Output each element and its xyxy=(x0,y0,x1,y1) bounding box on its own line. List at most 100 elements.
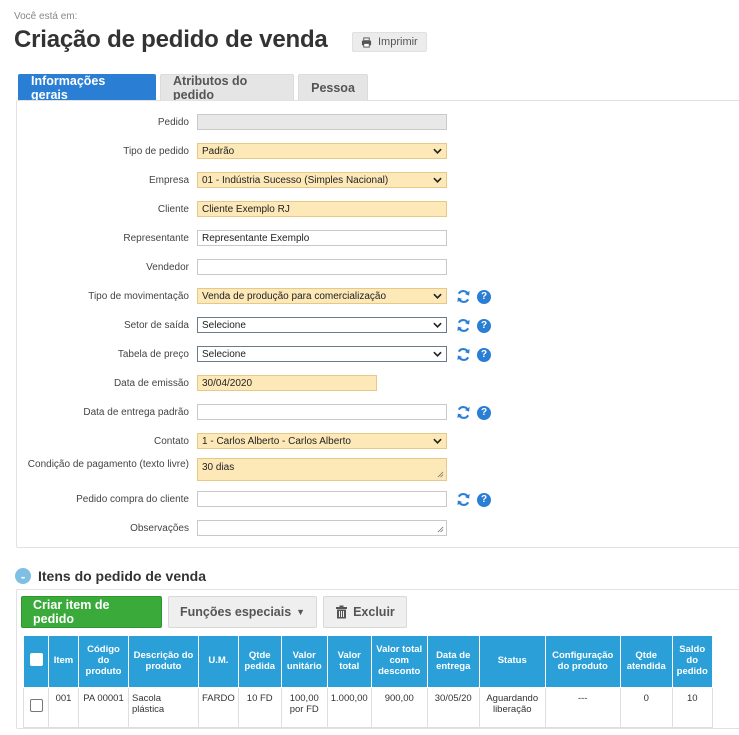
cliente-input[interactable]: Cliente Exemplo RJ xyxy=(197,201,447,217)
tipo-pedido-value: Padrão xyxy=(202,145,235,157)
pedido-field xyxy=(197,114,447,130)
condicao-pagamento-value: 30 dias xyxy=(202,462,235,473)
tab-bar: Informações gerais Atributos do pedido P… xyxy=(18,74,368,102)
row-tipo-pedido: Tipo de pedido Padrão xyxy=(17,143,739,163)
col-header[interactable]: Valor total xyxy=(326,635,372,688)
tabela-preco-select[interactable]: Selecione xyxy=(197,346,447,362)
col-header[interactable]: Data de entrega xyxy=(426,635,480,688)
delete-label: Excluir xyxy=(353,605,395,619)
label-tabela-preco: Tabela de preço xyxy=(117,349,189,360)
col-header[interactable]: Saldo do pedido xyxy=(671,635,713,688)
col-header[interactable]: Valor unitário xyxy=(280,635,328,688)
chevron-down-icon xyxy=(433,322,442,328)
col-header[interactable]: Item xyxy=(48,635,79,688)
pedido-compra-input[interactable] xyxy=(197,491,447,507)
help-icon[interactable]: ? xyxy=(477,318,491,333)
data-emissao-input[interactable]: 30/04/2020 xyxy=(197,375,377,391)
cell-configuracao: --- xyxy=(544,687,621,728)
tipo-pedido-select[interactable]: Padrão xyxy=(197,143,447,159)
representante-input[interactable]: Representante Exemplo xyxy=(197,230,447,246)
row-tabela-preco: Tabela de preço Selecione ? xyxy=(17,346,739,366)
page-title: Criação de pedido de venda xyxy=(14,26,328,53)
create-item-button[interactable]: Criar item de pedido xyxy=(21,596,162,628)
tipo-movimentacao-select[interactable]: Venda de produção para comercialização xyxy=(197,288,447,304)
row-tipo-movimentacao: Tipo de movimentação Venda de produção p… xyxy=(17,288,739,308)
tab-atributos-pedido[interactable]: Atributos do pedido xyxy=(160,74,294,102)
tabela-preco-value: Selecione xyxy=(202,348,246,360)
resize-handle-icon[interactable] xyxy=(437,471,444,478)
tab-informacoes-gerais[interactable]: Informações gerais xyxy=(18,74,156,102)
row-pedido: Pedido xyxy=(17,114,739,134)
row-data-emissao: Data de emissão 30/04/2020 xyxy=(17,375,739,395)
setor-saida-select[interactable]: Selecione xyxy=(197,317,447,333)
label-tipo-movimentacao: Tipo de movimentação xyxy=(88,291,189,302)
col-header[interactable]: Configuração do produto xyxy=(544,635,621,688)
row-condicao-pagamento: Condição de pagamento (texto livre) 30 d… xyxy=(17,458,739,484)
refresh-icon[interactable] xyxy=(456,318,471,333)
row-cliente: Cliente Cliente Exemplo RJ xyxy=(17,201,739,221)
cell-data-entrega: 30/05/20 xyxy=(426,687,480,728)
label-data-emissao: Data de emissão xyxy=(113,378,189,389)
col-header[interactable]: Descrição do produto xyxy=(128,635,199,688)
chevron-down-icon xyxy=(433,438,442,444)
col-header[interactable]: Status xyxy=(478,635,546,688)
data-entrega-input[interactable] xyxy=(197,404,447,420)
table-row[interactable]: 001 PA 00001 Sacola plástica FARDO 10 FD… xyxy=(23,687,713,728)
items-table: Item Código do produto Descrição do prod… xyxy=(23,635,713,728)
tab-pessoa[interactable]: Pessoa xyxy=(298,74,368,100)
label-condicao-pagamento: Condição de pagamento (texto livre) xyxy=(27,459,189,470)
cell-descricao: Sacola plástica xyxy=(128,687,199,728)
row-checkbox[interactable] xyxy=(29,699,43,713)
row-pedido-compra: Pedido compra do cliente ? xyxy=(17,491,739,511)
print-button[interactable]: Imprimir xyxy=(352,32,427,52)
empresa-value: 01 - Indústria Sucesso (Simples Nacional… xyxy=(202,174,389,186)
col-header[interactable]: Qtde atendida xyxy=(619,635,673,688)
cell-codigo: PA 00001 xyxy=(78,687,129,728)
col-header[interactable]: Código do produto xyxy=(78,635,129,688)
col-header[interactable]: Qtde pedida xyxy=(237,635,282,688)
condicao-pagamento-textarea[interactable]: 30 dias xyxy=(197,458,447,481)
select-all-cell xyxy=(23,635,49,688)
label-data-entrega: Data de entrega padrão xyxy=(83,407,189,418)
printer-icon xyxy=(361,36,372,48)
cell-valor-unitario: 100,00 por FD xyxy=(280,687,328,728)
chevron-down-icon xyxy=(433,177,442,183)
empresa-select[interactable]: 01 - Indústria Sucesso (Simples Nacional… xyxy=(197,172,447,188)
label-cliente: Cliente xyxy=(157,204,189,215)
items-section-header: - Itens do pedido de venda xyxy=(15,568,206,584)
refresh-icon[interactable] xyxy=(456,492,471,507)
help-icon[interactable]: ? xyxy=(477,405,491,420)
help-icon[interactable]: ? xyxy=(477,289,491,304)
print-label: Imprimir xyxy=(378,36,418,48)
cell-qtde-atendida: 0 xyxy=(619,687,673,728)
contato-select[interactable]: 1 - Carlos Alberto - Carlos Alberto xyxy=(197,433,447,449)
refresh-icon[interactable] xyxy=(456,289,471,304)
label-pedido-compra: Pedido compra do cliente xyxy=(76,494,189,505)
items-toolbar: Criar item de pedido Funções especiais ▼… xyxy=(21,596,407,628)
cell-item: 001 xyxy=(48,687,79,728)
select-all-checkbox[interactable] xyxy=(29,653,43,667)
special-functions-button[interactable]: Funções especiais ▼ xyxy=(168,596,318,628)
chevron-down-icon xyxy=(433,148,442,154)
delete-button[interactable]: Excluir xyxy=(323,596,407,628)
label-vendedor: Vendedor xyxy=(146,262,189,273)
help-icon[interactable]: ? xyxy=(477,492,491,507)
items-section-title: Itens do pedido de venda xyxy=(38,568,207,584)
resize-handle-icon[interactable] xyxy=(437,526,444,533)
refresh-icon[interactable] xyxy=(456,347,471,362)
col-header[interactable]: U.M. xyxy=(198,635,239,688)
breadcrumb: Você está em: xyxy=(14,11,78,22)
cell-saldo: 10 xyxy=(671,687,713,728)
special-functions-label: Funções especiais xyxy=(180,605,292,619)
label-empresa: Empresa xyxy=(148,175,189,186)
collapse-icon[interactable]: - xyxy=(15,568,31,584)
help-icon[interactable]: ? xyxy=(477,347,491,362)
vendedor-input[interactable] xyxy=(197,259,447,275)
observacoes-textarea[interactable] xyxy=(197,520,447,536)
contato-value: 1 - Carlos Alberto - Carlos Alberto xyxy=(202,435,351,447)
setor-saida-value: Selecione xyxy=(202,319,246,331)
refresh-icon[interactable] xyxy=(456,405,471,420)
col-header[interactable]: Valor total com desconto xyxy=(370,635,428,688)
label-observacoes: Observações xyxy=(130,523,189,534)
table-header-row: Item Código do produto Descrição do prod… xyxy=(23,635,713,688)
